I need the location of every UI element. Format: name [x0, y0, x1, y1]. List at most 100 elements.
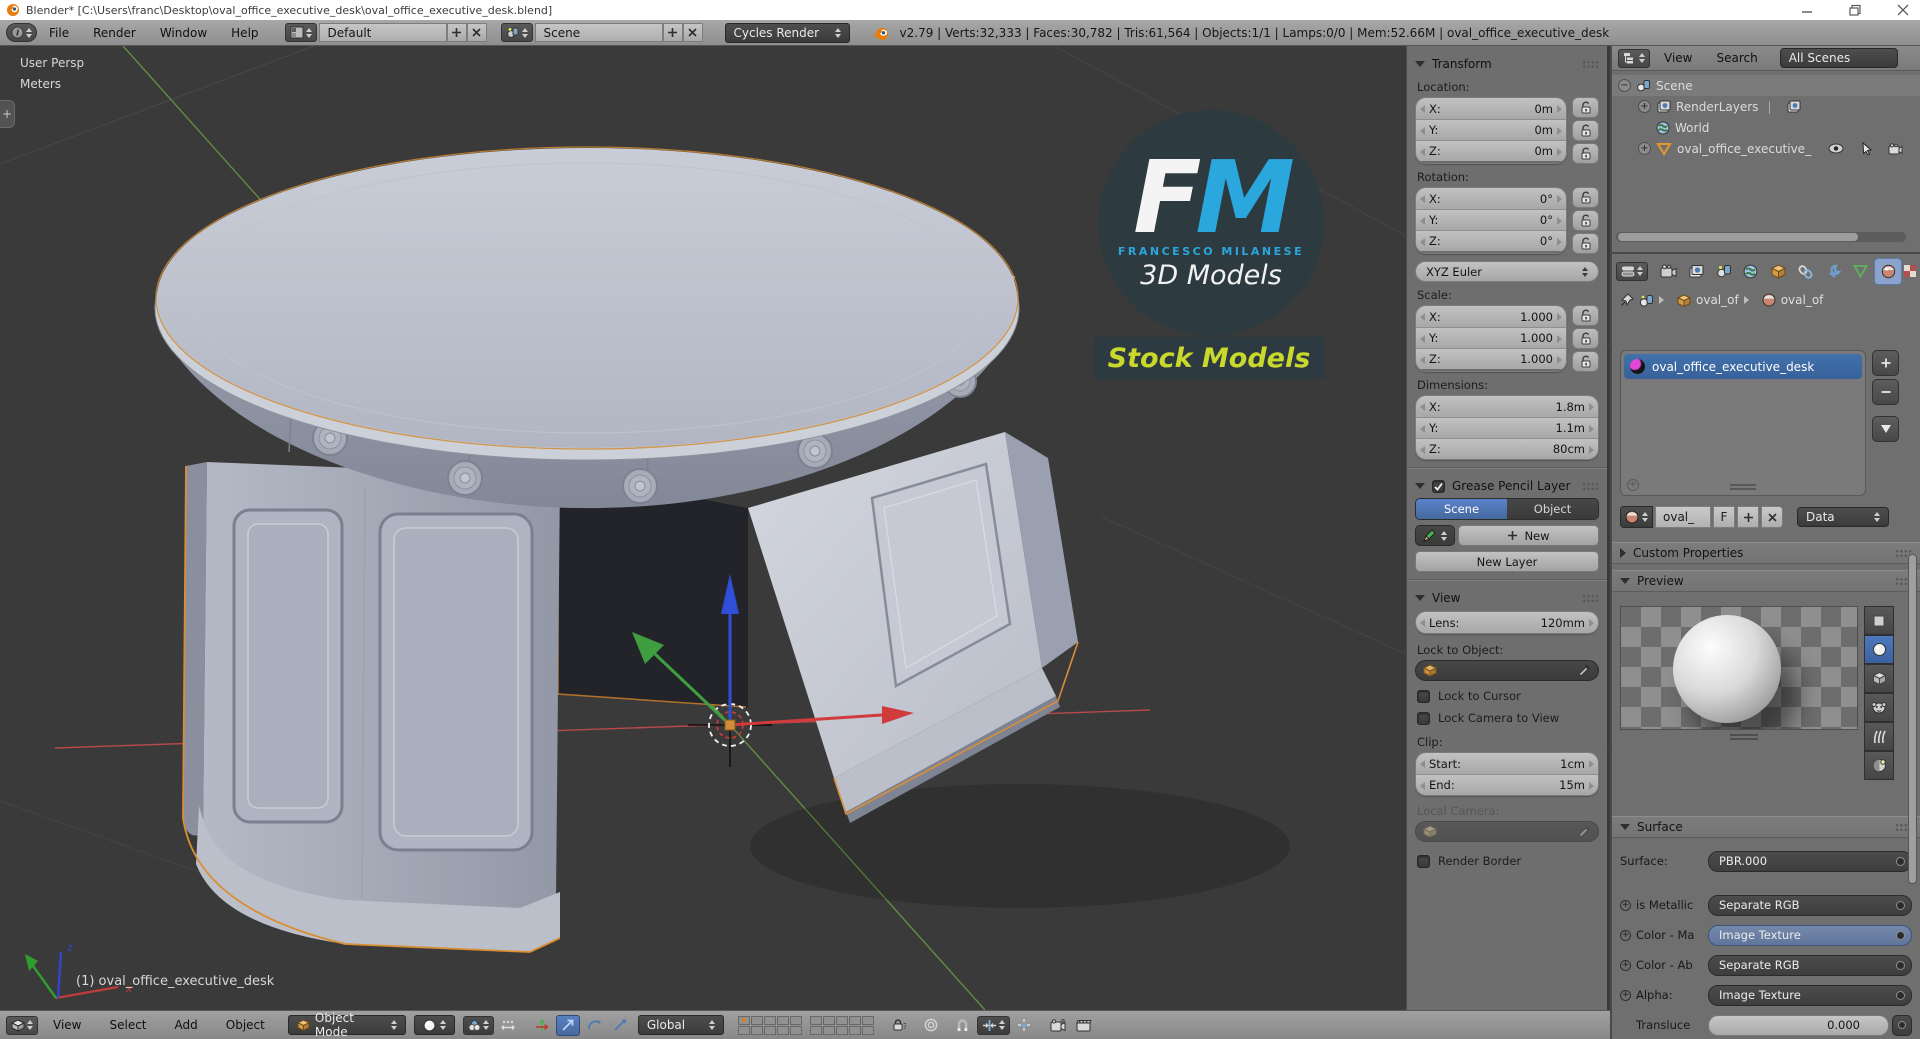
- gp-new-button[interactable]: New: [1458, 525, 1599, 546]
- render-border-checkbox[interactable]: [1417, 854, 1430, 868]
- location-z-field[interactable]: Z: 0m: [1416, 140, 1566, 161]
- material-slot-list[interactable]: oval_office_executive_desk +: [1620, 350, 1866, 496]
- surface-shader-select[interactable]: PBR.000: [1708, 850, 1912, 872]
- render-opengl-anim-button[interactable]: [1072, 1015, 1096, 1036]
- expand-socket-icon[interactable]: +: [1620, 959, 1631, 971]
- tab-material[interactable]: [1875, 258, 1901, 284]
- preview-monkey-button[interactable]: [1864, 693, 1894, 722]
- properties-scrollbar[interactable]: [1908, 554, 1917, 884]
- viewport-3d[interactable]: x z + User Persp Meters (1) oval_office_…: [0, 46, 1610, 1010]
- visibility-eye-icon[interactable]: [1828, 143, 1844, 154]
- material-name-input[interactable]: oval_: [1655, 506, 1711, 528]
- alpha-select[interactable]: Image Texture: [1708, 984, 1912, 1006]
- delete-scene-button[interactable]: [682, 23, 703, 42]
- tab-object[interactable]: [1766, 259, 1791, 284]
- menu-render[interactable]: Render: [81, 26, 148, 40]
- panel-grip-icon[interactable]: [1582, 481, 1599, 491]
- layers-widget-group-2[interactable]: [809, 1015, 874, 1035]
- location-x-field[interactable]: X: 0m: [1416, 98, 1566, 119]
- material-data-select[interactable]: Data: [1797, 507, 1889, 527]
- collapse-icon[interactable]: [1620, 578, 1630, 584]
- collapse-icon[interactable]: [1415, 483, 1425, 489]
- selectability-cursor-icon[interactable]: [1861, 142, 1873, 155]
- unlink-material-button[interactable]: [1761, 506, 1783, 528]
- snap-toggle[interactable]: [951, 1015, 975, 1036]
- gp-tab-object[interactable]: Object: [1507, 499, 1598, 519]
- tab-render[interactable]: [1656, 259, 1681, 284]
- add-material-slot-button[interactable]: [1872, 350, 1899, 376]
- lock-location-x-button[interactable]: [1572, 97, 1599, 118]
- material-browse-button[interactable]: [1620, 506, 1653, 528]
- expand-socket-icon[interactable]: +: [1620, 899, 1631, 911]
- lens-field[interactable]: Lens: 120mm: [1416, 612, 1598, 633]
- manipulator-scale-button[interactable]: [608, 1015, 632, 1036]
- outliner-editor-type-button[interactable]: [1618, 48, 1650, 68]
- snap-target-button[interactable]: [1012, 1015, 1036, 1036]
- scene-icon-button[interactable]: [500, 23, 533, 42]
- lock-location-z-button[interactable]: [1572, 143, 1599, 164]
- tab-render-layers[interactable]: [1683, 259, 1708, 284]
- outliner-menu-search[interactable]: Search: [1706, 51, 1767, 65]
- collapse-icon[interactable]: [1415, 595, 1425, 601]
- outliner-horizontal-scrollbar[interactable]: [1616, 232, 1906, 242]
- scale-x-field[interactable]: X: 1.000: [1416, 306, 1566, 327]
- breadcrumb-object[interactable]: oval_of: [1696, 293, 1739, 307]
- grease-pencil-checkbox[interactable]: [1432, 479, 1445, 493]
- scene-select[interactable]: Scene: [534, 23, 663, 42]
- dimensions-y-field[interactable]: Y: 1.1m: [1416, 417, 1598, 438]
- lock-scale-x-button[interactable]: [1572, 305, 1599, 326]
- layers-widget-group-1[interactable]: [737, 1015, 802, 1035]
- menu-view[interactable]: View: [40, 1018, 94, 1032]
- interaction-mode-select[interactable]: Object Mode: [287, 1011, 406, 1039]
- minimize-button[interactable]: [1800, 3, 1814, 17]
- clip-end-field[interactable]: End: 15m: [1416, 774, 1598, 795]
- expand-socket-icon[interactable]: +: [1620, 929, 1631, 941]
- custom-properties-title[interactable]: Custom Properties: [1633, 546, 1743, 560]
- preview-world-button[interactable]: [1864, 751, 1894, 780]
- collapse-icon[interactable]: [1620, 824, 1630, 830]
- list-resize-grip[interactable]: [1730, 484, 1756, 490]
- translucency-slider[interactable]: 0.000: [1708, 1014, 1889, 1036]
- lock-location-y-button[interactable]: [1572, 120, 1599, 141]
- outliner-item-world[interactable]: World: [1612, 117, 1920, 138]
- lock-rotation-x-button[interactable]: [1572, 187, 1599, 208]
- tab-constraints[interactable]: [1793, 259, 1818, 284]
- render-opengl-button[interactable]: [1046, 1015, 1070, 1036]
- preview-sphere-button[interactable]: [1864, 635, 1894, 664]
- menu-object[interactable]: Object: [213, 1018, 278, 1032]
- gp-new-layer-button[interactable]: New Layer: [1415, 551, 1599, 572]
- pin-icon[interactable]: [1620, 293, 1634, 307]
- is-metallic-select[interactable]: Separate RGB: [1708, 894, 1912, 916]
- viewport-shading-select[interactable]: [413, 1015, 455, 1035]
- tab-world[interactable]: [1738, 259, 1763, 284]
- screen-layout-select[interactable]: Default: [318, 23, 447, 42]
- rotation-x-field[interactable]: X: 0°: [1416, 188, 1566, 209]
- tab-texture[interactable]: [1903, 259, 1916, 284]
- lock-to-scene-toggle[interactable]: ?: [887, 1015, 911, 1036]
- preview-hair-button[interactable]: [1864, 722, 1894, 751]
- snap-element-select[interactable]: [976, 1015, 1010, 1035]
- surface-title[interactable]: Surface: [1637, 820, 1683, 834]
- gp-tab-scene[interactable]: Scene: [1416, 499, 1507, 519]
- material-specials-button[interactable]: [1872, 416, 1899, 442]
- grease-pencil-panel-title[interactable]: Grease Pencil Layer: [1452, 479, 1571, 493]
- collapse-icon[interactable]: −: [1618, 79, 1631, 92]
- location-y-field[interactable]: Y: 0m: [1416, 119, 1566, 140]
- view-panel-title[interactable]: View: [1432, 591, 1460, 605]
- menu-select[interactable]: Select: [96, 1018, 159, 1032]
- transform-panel-title[interactable]: Transform: [1432, 57, 1492, 71]
- breadcrumb-material[interactable]: oval_of: [1781, 293, 1824, 307]
- manipulator-center-toggle[interactable]: [496, 1015, 520, 1036]
- transform-orientation-select[interactable]: Global: [637, 1015, 724, 1035]
- expand-icon[interactable]: +: [1638, 142, 1651, 155]
- restore-button[interactable]: [1848, 3, 1862, 17]
- outliner-item-renderlayers[interactable]: + RenderLayers |: [1612, 96, 1920, 117]
- material-slot-selected[interactable]: oval_office_executive_desk: [1624, 354, 1862, 379]
- add-scene-button[interactable]: [662, 23, 683, 42]
- renderability-camera-icon[interactable]: [1888, 142, 1903, 155]
- lock-scale-z-button[interactable]: [1572, 351, 1599, 372]
- render-engine-select[interactable]: Cycles Render: [724, 22, 850, 43]
- menu-help[interactable]: Help: [219, 26, 270, 40]
- menu-add[interactable]: Add: [162, 1018, 211, 1032]
- outliner-filter-select[interactable]: All Scenes: [1779, 48, 1898, 68]
